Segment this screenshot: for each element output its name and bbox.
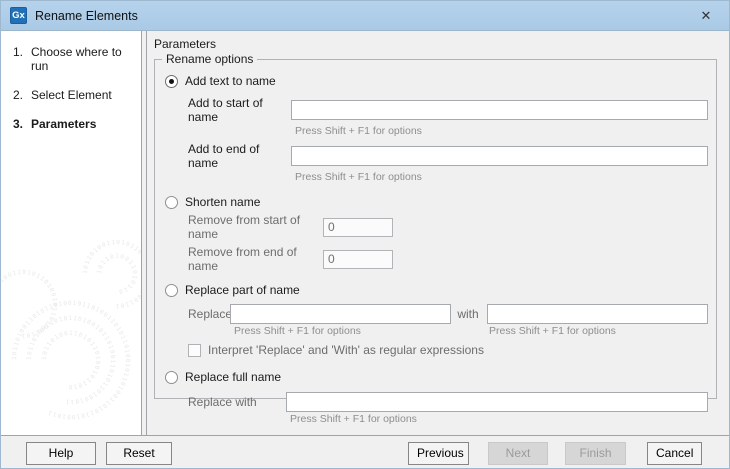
step-label: Parameters xyxy=(31,117,96,131)
remove-from-start-row: Remove from start of name xyxy=(188,213,708,241)
field-label: Remove from end of name xyxy=(188,245,323,273)
radio-label: Shorten name xyxy=(185,195,260,209)
cancel-button[interactable]: Cancel xyxy=(647,442,702,465)
wizard-step-1: 1. Choose where to run xyxy=(1,45,141,73)
dialog-button-bar: Help Reset Previous Next Finish Cancel xyxy=(1,435,729,469)
help-button[interactable]: Help xyxy=(26,442,96,465)
radio-unselected-icon[interactable] xyxy=(165,371,178,384)
radio-add-text-to-name[interactable]: Add text to name xyxy=(165,74,708,88)
remove-from-end-row: Remove from end of name xyxy=(188,245,708,273)
svg-text:101101001101011010010110100110: 1011010011010110100101101001101011010010… xyxy=(26,315,116,405)
svg-text:101101001101011010010110100110: 1011010011010110100101101001101011010010… xyxy=(11,300,131,420)
groupbox-label: Rename options xyxy=(162,52,257,66)
finish-button: Finish xyxy=(565,442,626,465)
app-icon: Gx xyxy=(10,7,27,24)
with-input[interactable] xyxy=(487,304,708,324)
radio-label: Add text to name xyxy=(185,74,276,88)
svg-text:1011010011010110: 1011010011010110 xyxy=(96,253,138,295)
rename-elements-dialog: Gx Rename Elements ✕ 1. Choose where to … xyxy=(0,0,730,469)
add-to-start-row: Add to start of name xyxy=(188,96,708,124)
field-label: Remove from start of name xyxy=(188,213,323,241)
field-label: Add to start of name xyxy=(188,96,291,124)
title-bar: Gx Rename Elements ✕ xyxy=(1,1,729,31)
remove-from-end-input[interactable] xyxy=(323,250,393,269)
shortcut-hint: Press Shift + F1 for options xyxy=(286,413,708,426)
replace-input[interactable] xyxy=(230,304,451,324)
field-label: Add to end of name xyxy=(188,142,291,170)
svg-text:101101001101011010010110100110: 1011010011010110100101101001101 xyxy=(82,240,142,309)
step-number: 3. xyxy=(13,117,31,131)
radio-unselected-icon[interactable] xyxy=(165,284,178,297)
wizard-step-3-current: 3. Parameters xyxy=(1,117,141,131)
parameters-panel: Parameters Rename options Add text to na… xyxy=(147,31,729,435)
field-label: Replace with xyxy=(188,395,286,409)
panel-title: Parameters xyxy=(154,37,717,51)
regex-checkbox-row: Interpret 'Replace' and 'With' as regula… xyxy=(188,343,708,357)
window-title: Rename Elements xyxy=(35,9,138,23)
reset-button[interactable]: Reset xyxy=(106,442,172,465)
shortcut-hint: Press Shift + F1 for options xyxy=(230,325,453,338)
wizard-steps-sidebar: 1. Choose where to run 2. Select Element… xyxy=(1,31,142,435)
radio-label: Replace full name xyxy=(185,370,281,384)
radio-replace-part-of-name[interactable]: Replace part of name xyxy=(165,283,708,297)
radio-unselected-icon[interactable] xyxy=(165,196,178,209)
hint-row: Press Shift + F1 for options Press Shift… xyxy=(188,325,708,338)
radio-shorten-name[interactable]: Shorten name xyxy=(165,195,708,209)
checkbox-label: Interpret 'Replace' and 'With' as regula… xyxy=(208,343,484,357)
replace-full-input[interactable] xyxy=(286,392,708,412)
hint-row: Press Shift + F1 for options xyxy=(188,413,708,426)
add-to-end-row: Add to end of name xyxy=(188,142,708,170)
hint-row: Press Shift + F1 for options xyxy=(188,171,708,184)
step-label: Select Element xyxy=(31,88,112,102)
rename-options-groupbox: Rename options Add text to name Add to s… xyxy=(154,59,717,399)
close-icon[interactable]: ✕ xyxy=(692,2,720,30)
radio-replace-full-name[interactable]: Replace full name xyxy=(165,370,708,384)
shortcut-hint: Press Shift + F1 for options xyxy=(291,171,708,184)
shortcut-hint: Press Shift + F1 for options xyxy=(291,125,708,138)
remove-from-start-input[interactable] xyxy=(323,218,393,237)
step-label: Choose where to run xyxy=(31,45,141,73)
radio-label: Replace part of name xyxy=(185,283,300,297)
next-button: Next xyxy=(488,442,548,465)
wizard-step-2: 2. Select Element xyxy=(1,88,141,102)
replace-row: Replace with xyxy=(188,304,708,324)
replace-with-row: Replace with xyxy=(188,392,708,412)
regex-checkbox[interactable] xyxy=(188,344,201,357)
step-number: 2. xyxy=(13,88,31,102)
svg-text:101101001101011010010110100110: 1011010011010110100101101001101 xyxy=(1,269,58,339)
radio-selected-icon[interactable] xyxy=(165,75,178,88)
add-to-start-input[interactable] xyxy=(291,100,708,120)
field-label: Replace xyxy=(188,307,230,321)
add-to-end-input[interactable] xyxy=(291,146,708,166)
svg-text:10110100110101101001011010: 10110100110101101001011010 xyxy=(41,330,101,390)
step-number: 1. xyxy=(13,45,31,73)
with-label: with xyxy=(457,307,478,321)
binary-spiral-watermark: 1011010011010110100101101001101011010010… xyxy=(1,240,142,435)
shortcut-hint: Press Shift + F1 for options xyxy=(485,325,708,338)
previous-button[interactable]: Previous xyxy=(408,442,469,465)
hint-row: Press Shift + F1 for options xyxy=(188,125,708,138)
